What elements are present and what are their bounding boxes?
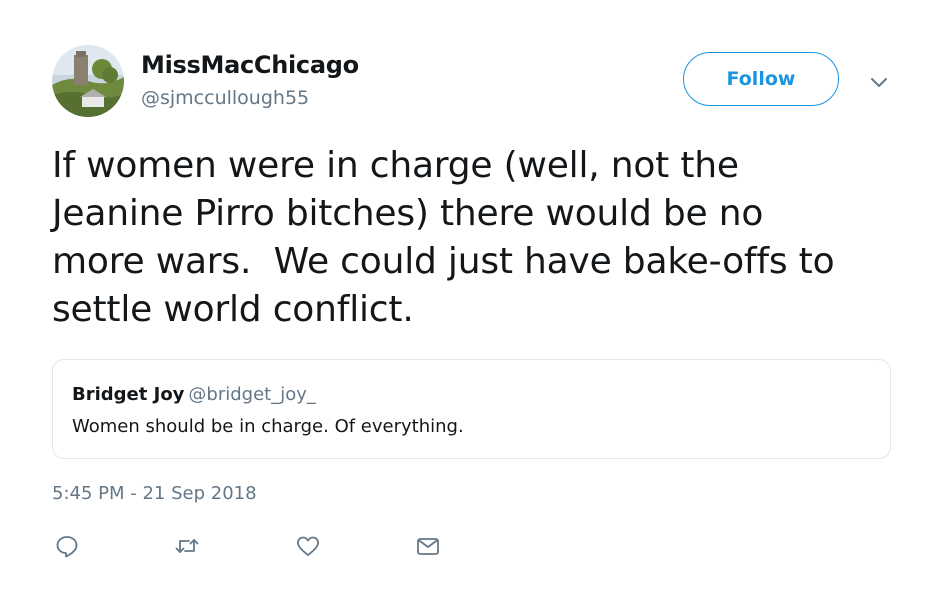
message-icon[interactable] (415, 533, 441, 559)
chevron-down-icon[interactable] (867, 70, 891, 94)
quoted-tweet-author-name: Bridget Joy (72, 384, 185, 405)
retweet-icon[interactable] (174, 533, 200, 559)
like-icon[interactable] (295, 533, 321, 559)
quoted-tweet-author-handle: @bridget_joy_ (188, 384, 316, 405)
avatar[interactable] (52, 45, 124, 117)
follow-button[interactable]: Follow (683, 52, 839, 106)
tweet-timestamp[interactable]: 5:45 PM - 21 Sep 2018 (52, 483, 257, 504)
author-display-name[interactable]: MissMacChicago (141, 51, 359, 79)
author-handle[interactable]: @sjmccullough55 (141, 87, 309, 109)
reply-icon[interactable] (54, 533, 80, 559)
avatar-image (52, 45, 124, 117)
quoted-tweet[interactable]: Bridget Joy @bridget_joy_ Women should be… (52, 359, 891, 459)
tweet-text: If women were in charge (well, not the J… (52, 145, 835, 330)
tweet-card: MissMacChicago @sjmccullough55 Follow If… (0, 0, 941, 596)
quoted-tweet-header: Bridget Joy @bridget_joy_ (72, 384, 316, 405)
quoted-tweet-text: Women should be in charge. Of everything… (72, 416, 464, 437)
